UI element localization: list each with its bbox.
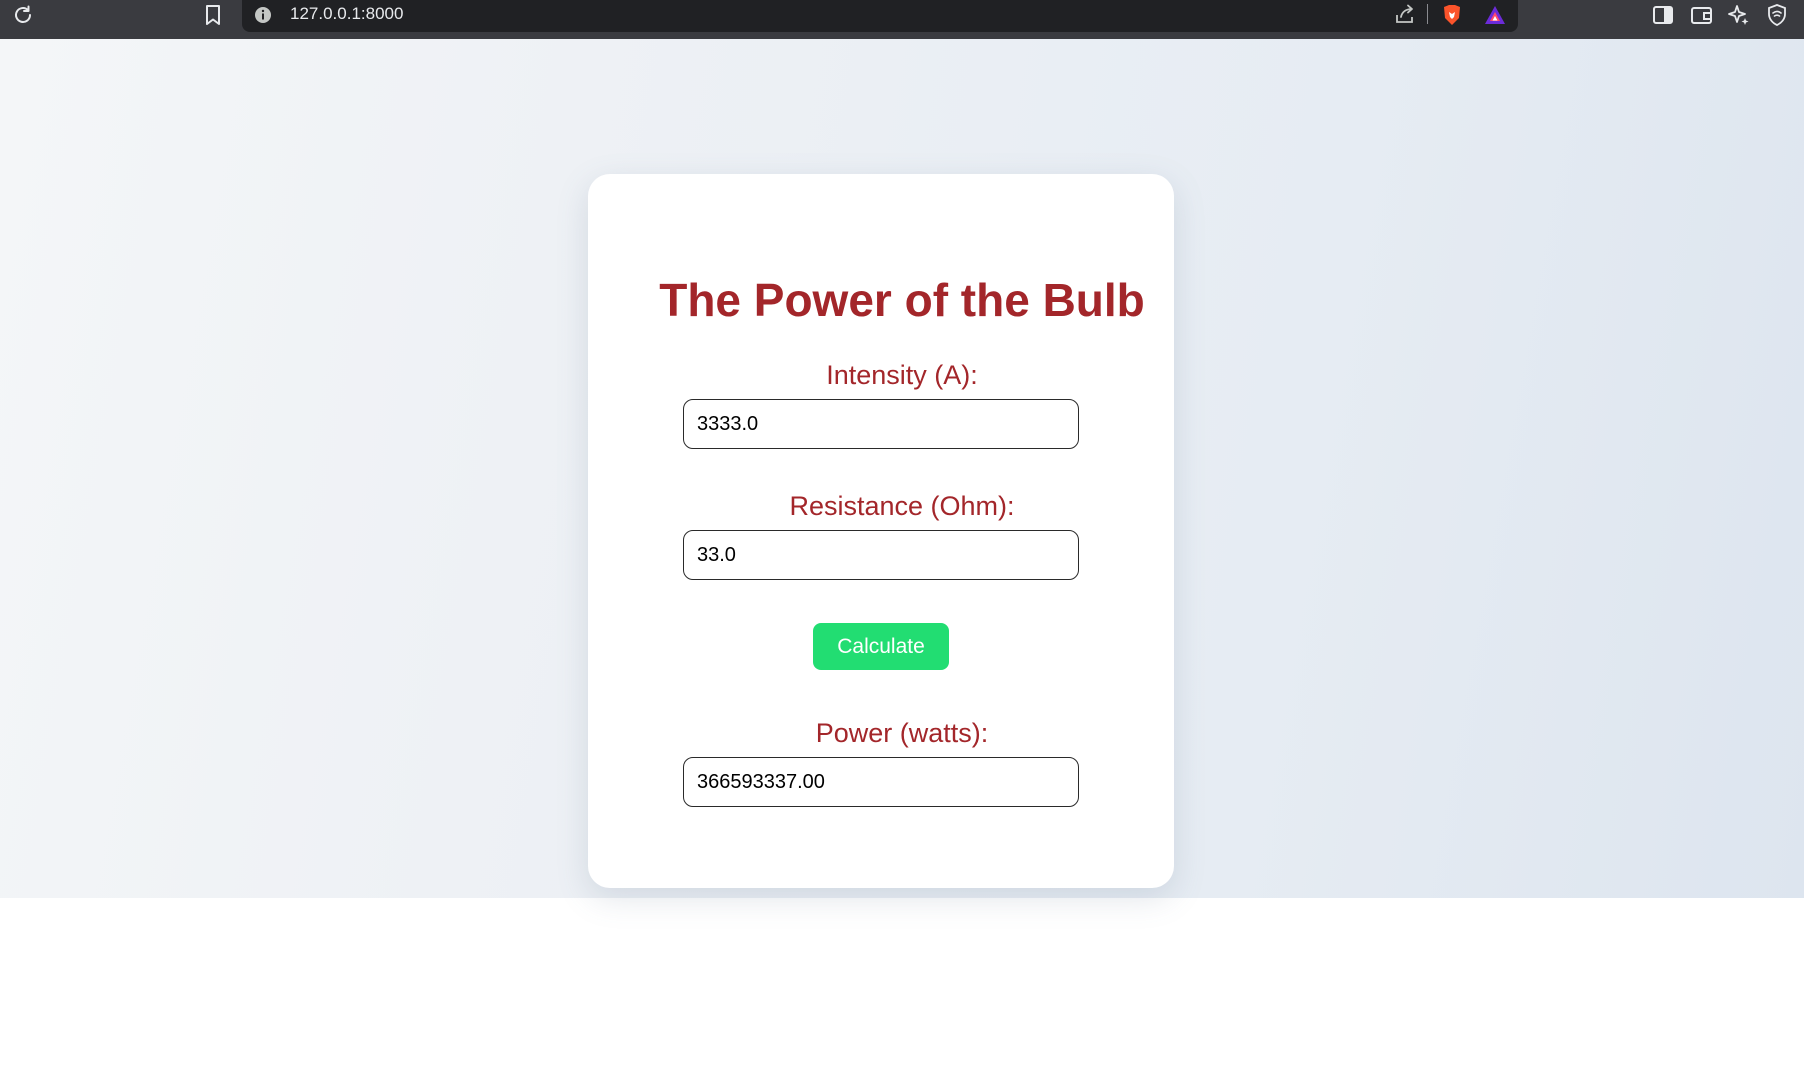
calculate-button[interactable]: Calculate: [813, 623, 949, 670]
brave-rewards-icon[interactable]: [1481, 1, 1509, 29]
reload-icon[interactable]: [10, 2, 36, 28]
resistance-label: Resistance (Ohm):: [789, 491, 1015, 521]
sidebar-icon[interactable]: [1650, 2, 1676, 28]
resistance-input[interactable]: [683, 530, 1079, 580]
intensity-label: Intensity (A):: [826, 360, 978, 390]
site-info-icon[interactable]: [252, 4, 274, 26]
leo-ai-icon[interactable]: [1726, 2, 1752, 28]
share-icon[interactable]: [1392, 2, 1418, 28]
vpn-icon[interactable]: [1764, 2, 1790, 28]
wallet-icon[interactable]: [1689, 2, 1715, 28]
power-label: Power (watts):: [815, 718, 989, 748]
address-bar[interactable]: [242, 0, 1518, 32]
bookmark-icon[interactable]: [200, 2, 226, 28]
power-output[interactable]: [683, 757, 1079, 807]
page-title: The Power of the Bulb: [659, 274, 1145, 326]
url-text[interactable]: 127.0.0.1:8000: [290, 4, 403, 24]
browser-toolbar: 127.0.0.1:8000: [0, 0, 1804, 39]
toolbar-divider: [1427, 4, 1428, 24]
intensity-input[interactable]: [683, 399, 1079, 449]
brave-shields-icon[interactable]: [1438, 1, 1466, 29]
